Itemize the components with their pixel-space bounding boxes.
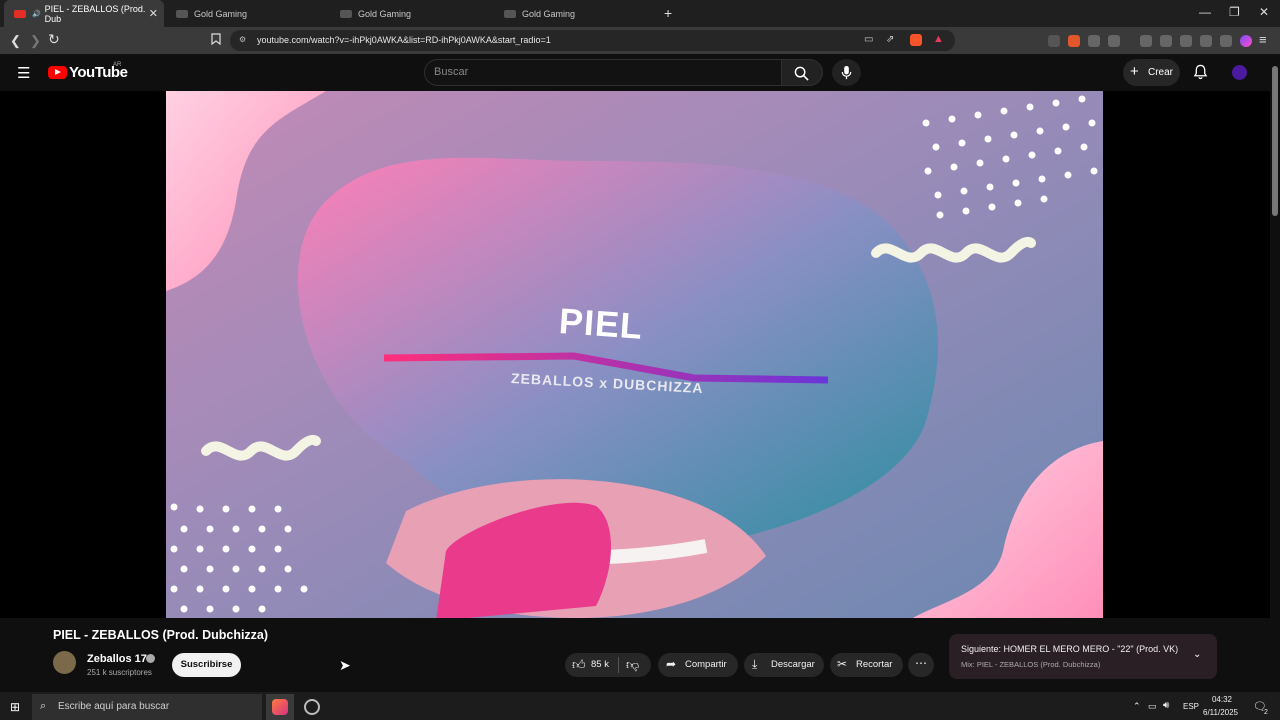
like-dislike-group: 👍︎ 85 k 👎︎: [565, 653, 651, 677]
up-next-panel[interactable]: [949, 634, 1217, 679]
close-window-icon[interactable]: ✕: [1259, 5, 1269, 19]
channel-avatar[interactable]: [53, 651, 76, 674]
extension-fox-icon[interactable]: [1068, 35, 1080, 47]
cast-icon[interactable]: ▭: [864, 34, 873, 45]
video-thumbnail-art[interactable]: PIEL ZEBALLOS x DUBCHIZZA: [166, 91, 1103, 618]
clip-button[interactable]: ✂ Recortar: [830, 653, 903, 677]
reload-icon[interactable]: ↻: [48, 31, 60, 48]
clip-label: Recortar: [856, 659, 893, 670]
browser-tab-strip: 🔊 PIEL - ZEBALLOS (Prod. Dub ✕ Gold Gami…: [0, 0, 1280, 27]
speaker-icon: 🔊: [31, 10, 41, 18]
create-label: Crear: [1148, 67, 1174, 78]
up-next-playlist: Mix: PIEL - ZEBALLOS (Prod. Dubchizza): [961, 660, 1101, 669]
subscriber-count: 251 k suscriptores: [87, 668, 152, 677]
art-title: PIEL: [557, 300, 645, 347]
like-icon[interactable]: 👍︎: [572, 657, 586, 673]
clock-time[interactable]: 04:32: [1206, 695, 1238, 704]
sidebar-icon[interactable]: [1160, 35, 1172, 47]
chevron-down-icon[interactable]: ⌄: [1193, 649, 1201, 660]
forward-icon[interactable]: ❯: [30, 33, 41, 49]
new-tab-button[interactable]: +: [664, 5, 672, 21]
tab-gold-gaming-2[interactable]: Gold Gaming: [330, 0, 490, 27]
bookmark-icon[interactable]: [211, 33, 221, 48]
mouse-cursor-icon: ➤: [339, 657, 351, 673]
gold-gaming-icon: [176, 9, 188, 18]
volume-icon[interactable]: 🔊︎: [1163, 700, 1169, 711]
download-label: Descargar: [771, 659, 815, 670]
chrome-app-icon[interactable]: [304, 699, 320, 715]
scissors-icon: ✂: [837, 657, 848, 671]
browser-toolbar: ❮ ❯ ↻ ⚙ youtube.com/watch?v=-ihPkj0AWKA&…: [0, 27, 1280, 54]
vpn-shield-icon[interactable]: [1220, 35, 1232, 47]
up-next-title[interactable]: Siguiente: HOMER EL MERO MERO - "22" (Pr…: [961, 644, 1178, 654]
media-controls-icon[interactable]: [1140, 35, 1152, 47]
url-text[interactable]: youtube.com/watch?v=-ihPkj0AWKA&list=RD-…: [257, 35, 551, 45]
more-actions-button[interactable]: ⋯: [908, 653, 934, 677]
subscribe-button[interactable]: Suscribirse: [172, 653, 241, 677]
video-artwork: [166, 91, 1103, 618]
more-icon: ⋯: [915, 656, 927, 670]
download-button[interactable]: ⤓ Descargar: [744, 653, 824, 677]
share-icon[interactable]: ⇗: [886, 34, 894, 45]
verified-icon: [146, 654, 155, 663]
tab-active[interactable]: 🔊 PIEL - ZEBALLOS (Prod. Dub ✕: [4, 0, 164, 27]
youtube-logo-icon[interactable]: [48, 66, 67, 79]
gold-gaming-icon: [340, 9, 352, 18]
share-arrow-icon: ➦: [666, 657, 677, 671]
brave-shield-icon[interactable]: [910, 34, 922, 46]
search-icon: [794, 66, 809, 81]
share-label: Compartir: [685, 659, 727, 670]
close-tab-icon[interactable]: ✕: [149, 7, 158, 20]
voice-search-button[interactable]: [832, 59, 861, 86]
share-button[interactable]: ➦ Compartir: [658, 653, 738, 677]
minimize-icon[interactable]: —: [1199, 5, 1211, 19]
search-button[interactable]: [781, 59, 823, 86]
extensions-puzzle-icon[interactable]: [1088, 35, 1100, 47]
region-code: AR: [113, 62, 122, 68]
like-count[interactable]: 85 k: [591, 659, 609, 670]
tab-gold-gaming-3[interactable]: Gold Gaming: [494, 0, 654, 27]
search-icon: ⌕: [40, 700, 47, 712]
microphone-icon: [841, 65, 852, 80]
user-avatar[interactable]: [1232, 65, 1247, 80]
network-icon[interactable]: ▭: [1148, 701, 1157, 712]
download-icon: ⤓: [752, 657, 758, 671]
brave-rewards-icon[interactable]: ▲: [933, 33, 944, 45]
notifications-bell-icon[interactable]: [1193, 64, 1208, 80]
extension-screenshot-icon[interactable]: [1108, 35, 1120, 47]
search-placeholder: Buscar: [434, 66, 469, 78]
gold-gaming-icon: [504, 9, 516, 18]
tab-gold-gaming-1[interactable]: Gold Gaming: [166, 0, 326, 27]
create-button[interactable]: + Crear: [1123, 59, 1180, 86]
address-bar[interactable]: ⚙ youtube.com/watch?v=-ihPkj0AWKA&list=R…: [230, 30, 955, 51]
browser-menu-icon[interactable]: ≡: [1259, 32, 1267, 47]
tab-label: Gold Gaming: [358, 8, 412, 19]
hamburger-menu-icon[interactable]: ☰: [17, 64, 30, 82]
dislike-icon[interactable]: 👎︎: [626, 657, 639, 673]
video-title: PIEL - ZEBALLOS (Prod. Dubchizza): [53, 628, 269, 642]
hidden-icons-chevron-icon[interactable]: ⌃: [1133, 701, 1141, 712]
profile-icon[interactable]: [1240, 35, 1252, 47]
youtube-icon: [14, 9, 26, 18]
site-info-icon[interactable]: ⚙: [239, 35, 246, 44]
tab-label: Gold Gaming: [194, 8, 248, 19]
windows-start-icon[interactable]: ⊞: [10, 700, 20, 714]
restore-icon[interactable]: ❐: [1229, 5, 1240, 19]
taskbar-search-placeholder: Escribe aquí para buscar: [58, 701, 170, 712]
leo-ai-icon[interactable]: [1200, 35, 1212, 47]
back-icon[interactable]: ❮: [10, 33, 21, 49]
divider: [618, 657, 619, 673]
search-input[interactable]: [424, 59, 782, 86]
tab-label: PIEL - ZEBALLOS (Prod. Dub: [44, 3, 146, 24]
wallet-icon[interactable]: [1180, 35, 1192, 47]
brave-browser-icon: [272, 699, 288, 715]
scrollbar-thumb[interactable]: [1272, 66, 1278, 216]
channel-name[interactable]: Zeballos 17: [87, 653, 147, 665]
plus-icon: +: [1130, 63, 1139, 80]
tab-label: Gold Gaming: [522, 8, 576, 19]
language-indicator[interactable]: ESP: [1183, 702, 1199, 711]
notification-count: 2: [1264, 709, 1268, 716]
extension-icon[interactable]: [1048, 35, 1060, 47]
clock-date[interactable]: 6/11/2025: [1203, 708, 1238, 717]
